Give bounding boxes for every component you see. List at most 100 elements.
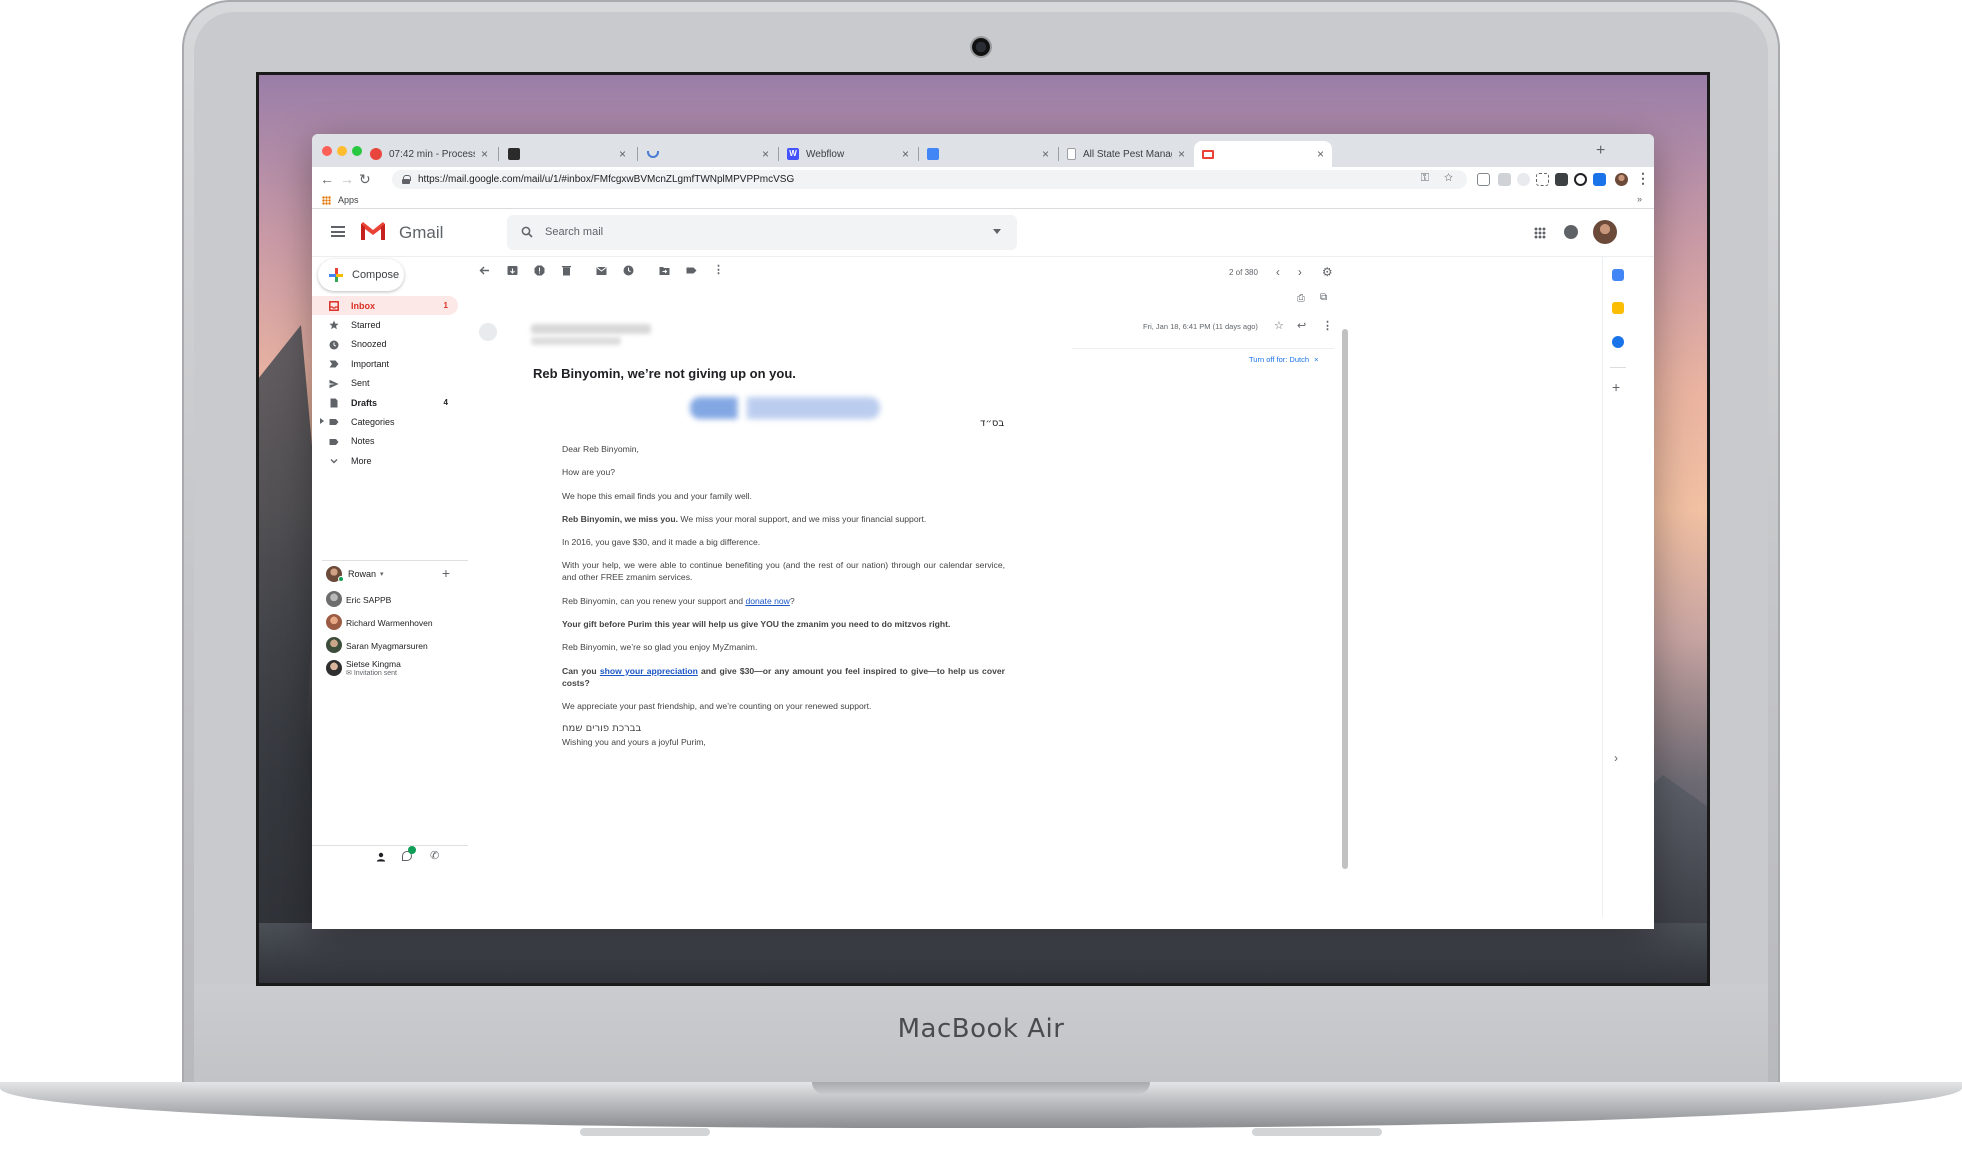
back-icon[interactable]: ←: [320, 171, 334, 187]
tasks-icon[interactable]: [1612, 336, 1624, 348]
sender-blurred: [531, 324, 651, 334]
settings-gear-icon[interactable]: ⚙: [1322, 265, 1333, 279]
bookmarks-overflow[interactable]: »: [1637, 194, 1642, 204]
snooze-icon[interactable]: [623, 265, 634, 276]
grammar-extension-icon[interactable]: [1574, 173, 1587, 186]
sidebar-item-important[interactable]: Important: [312, 354, 458, 373]
account-avatar[interactable]: [1593, 220, 1617, 244]
close-tab-icon[interactable]: ×: [481, 147, 488, 161]
close-translate-icon[interactable]: ×: [1314, 355, 1318, 364]
drafts-count: 4: [443, 398, 448, 408]
contact-item[interactable]: Saran Myagmarsuren: [326, 634, 472, 657]
draft-icon: [330, 398, 338, 408]
browser-tab[interactable]: ×: [639, 141, 777, 167]
extension-icon[interactable]: [1555, 173, 1568, 186]
notifications-icon[interactable]: [1564, 225, 1578, 239]
report-spam-icon[interactable]: [534, 265, 545, 276]
more-options-icon[interactable]: ⋮: [713, 263, 724, 276]
extension-icon[interactable]: [1498, 173, 1511, 186]
sidebar-item-snoozed[interactable]: Snoozed: [312, 335, 458, 354]
search-input[interactable]: Search mail: [507, 215, 1017, 250]
keep-icon[interactable]: [1612, 302, 1624, 314]
url-text: https://mail.google.com/mail/u/1/#inbox/…: [418, 174, 795, 185]
forward-icon[interactable]: →: [340, 171, 354, 187]
address-bar[interactable]: https://mail.google.com/mail/u/1/#inbox/…: [392, 170, 1467, 189]
extension-icon[interactable]: [1517, 173, 1530, 186]
sidebar-item-starred[interactable]: Starred: [312, 315, 458, 334]
close-tab-icon[interactable]: ×: [1317, 147, 1324, 161]
delete-icon[interactable]: [561, 265, 572, 276]
move-to-icon[interactable]: [659, 265, 670, 276]
reload-icon[interactable]: ↻: [359, 171, 371, 188]
contact-item[interactable]: Richard Warmenhoven: [326, 611, 472, 634]
back-to-inbox-icon[interactable]: [479, 265, 490, 276]
contacts-person-icon[interactable]: [376, 852, 386, 862]
browser-tab[interactable]: W Webflow ×: [779, 141, 917, 167]
close-window-button[interactable]: [322, 146, 332, 156]
archive-icon[interactable]: [507, 265, 518, 276]
reply-icon[interactable]: ↩: [1297, 319, 1306, 332]
contact-item[interactable]: Eric SAPPB: [326, 588, 472, 611]
main-menu-icon[interactable]: [331, 226, 345, 237]
search-options-icon[interactable]: [993, 229, 1001, 234]
bookmark-apps[interactable]: Apps: [338, 195, 359, 205]
hangouts-current-user[interactable]: Rowan ▾ +: [326, 564, 464, 584]
close-tab-icon[interactable]: ×: [1178, 147, 1185, 161]
contact-item[interactable]: Sietse Kingma ✉ Invitation sent: [326, 657, 472, 680]
minimize-window-button[interactable]: [337, 146, 347, 156]
new-conversation-plus-icon[interactable]: +: [442, 565, 450, 581]
sidebar-item-drafts[interactable]: Drafts 4: [312, 393, 458, 412]
expand-arrow-icon[interactable]: [320, 418, 324, 425]
zoom-window-button[interactable]: [352, 146, 362, 156]
message-more-icon[interactable]: ⋮: [1322, 319, 1333, 332]
compose-button[interactable]: Compose: [318, 259, 404, 291]
close-tab-icon[interactable]: ×: [902, 147, 909, 161]
browser-menu-icon[interactable]: ⋮: [1636, 170, 1650, 187]
expand-panel-chevron-icon[interactable]: ›: [1614, 751, 1618, 765]
donate-now-link[interactable]: donate now: [745, 596, 789, 606]
docs-icon: [927, 148, 939, 160]
device-brand: MacBook Air: [897, 1014, 1065, 1044]
key-icon[interactable]: ⚿: [1421, 172, 1435, 184]
side-panel: + ›: [1602, 257, 1654, 917]
label-icon[interactable]: [686, 265, 697, 276]
bookmark-star-icon[interactable]: ☆: [1444, 172, 1459, 184]
calendar-icon[interactable]: [1612, 269, 1624, 281]
sidebar-item-notes[interactable]: Notes: [312, 432, 458, 451]
sidebar-item-inbox[interactable]: Inbox 1: [312, 296, 458, 316]
sidebar-item-more[interactable]: More: [312, 451, 458, 470]
extension-icon[interactable]: [1593, 173, 1606, 186]
close-tab-icon[interactable]: ×: [619, 147, 626, 161]
add-addon-plus-icon[interactable]: +: [1612, 379, 1620, 395]
star-icon[interactable]: ☆: [1274, 319, 1284, 332]
google-apps-icon[interactable]: [1534, 227, 1546, 239]
hebrew-blessing: בברכת פורים שמח: [562, 723, 642, 735]
hangouts-footer: ✆: [312, 845, 468, 867]
browser-tab[interactable]: 07:42 min - Process various ×: [362, 141, 496, 167]
newer-chevron-icon[interactable]: ‹: [1276, 265, 1280, 279]
print-icon[interactable]: ⎙: [1297, 293, 1305, 304]
browser-tab-active[interactable]: ×: [1194, 141, 1332, 167]
gmail-favicon-icon: [1202, 149, 1214, 159]
older-chevron-icon[interactable]: ›: [1298, 265, 1302, 279]
search-icon[interactable]: [521, 226, 533, 238]
close-tab-icon[interactable]: ×: [762, 147, 769, 161]
new-tab-button[interactable]: +: [1596, 142, 1605, 160]
gmail-title[interactable]: Gmail: [399, 223, 443, 243]
browser-tab[interactable]: ×: [500, 141, 634, 167]
sidebar-item-categories[interactable]: Categories: [312, 412, 458, 431]
phone-icon[interactable]: ✆: [430, 849, 439, 862]
mark-unread-icon[interactable]: [596, 265, 607, 276]
browser-tab[interactable]: ×: [919, 141, 1057, 167]
camera-extension-icon[interactable]: [1477, 173, 1490, 186]
open-new-window-icon[interactable]: ⧉: [1320, 292, 1327, 303]
show-appreciation-link[interactable]: show your appreciation: [600, 666, 698, 676]
close-tab-icon[interactable]: ×: [1042, 147, 1049, 161]
profile-avatar[interactable]: [1615, 173, 1628, 186]
translate-toggle[interactable]: Turn off for: Dutch ×: [1249, 355, 1319, 364]
lock-icon: [402, 175, 411, 184]
browser-tab[interactable]: All State Pest Management ×: [1059, 141, 1193, 167]
message-scrollbar[interactable]: [1342, 329, 1348, 869]
sidebar-item-sent[interactable]: Sent: [312, 374, 458, 393]
screenshot-extension-icon[interactable]: [1536, 173, 1549, 186]
